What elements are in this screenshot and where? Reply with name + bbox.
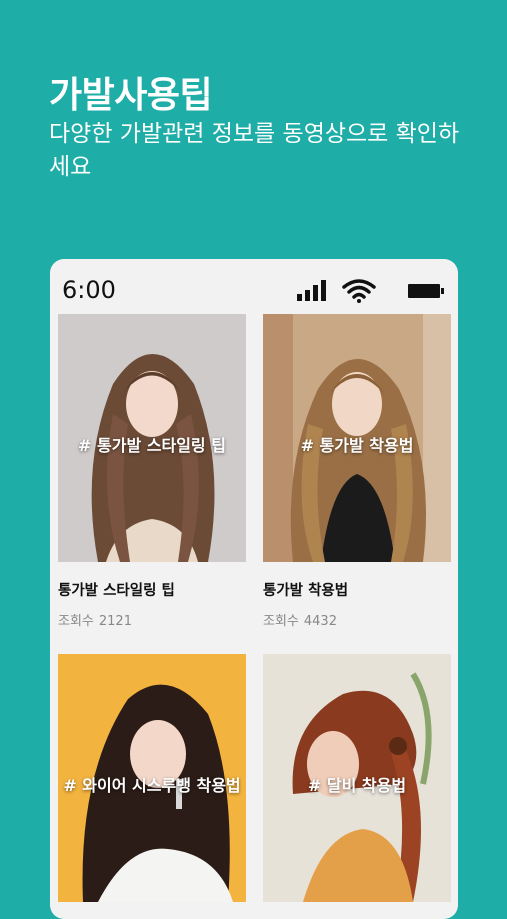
battery-icon: [408, 284, 444, 298]
video-thumbnail[interactable]: # 달비 착용법: [263, 654, 451, 902]
video-card[interactable]: # 통가발 스타일링 팁 통가발 스타일링 팁 조회수 2121: [58, 314, 246, 629]
video-thumbnail[interactable]: # 와이어 시스루뱅 착용법: [58, 654, 246, 902]
wifi-icon: [342, 279, 376, 303]
video-views: 조회수 2121: [58, 614, 132, 629]
video-thumbnail[interactable]: # 통가발 스타일링 팁: [58, 314, 246, 562]
page-subtitle: 다양한 가발관련 정보를 동영상으로 확인하세요: [49, 121, 460, 180]
video-card[interactable]: # 와이어 시스루뱅 착용법: [58, 654, 246, 902]
signal-icon: [297, 279, 329, 301]
video-tag: # 통가발 스타일링 팁: [78, 436, 226, 455]
status-bar: 6:00: [50, 259, 458, 311]
video-title: 통가발 스타일링 팁: [58, 583, 175, 599]
video-card[interactable]: # 달비 착용법: [263, 654, 451, 902]
video-views: 조회수 4432: [263, 614, 337, 629]
video-tag: # 와이어 시스루뱅 착용법: [63, 776, 241, 795]
status-time: 6:00: [62, 276, 116, 304]
phone-mockup: 6:00 # 통가발 스타일링 팁 통가발 스타일링 팁 조회수 2121 # …: [50, 259, 458, 919]
video-tag: # 달비 착용법: [307, 776, 407, 795]
page-title: 가발사용팁: [49, 75, 213, 116]
video-card[interactable]: # 통가발 착용법 통가발 착용법 조회수 4432: [263, 314, 451, 629]
video-thumbnail[interactable]: # 통가발 착용법: [263, 314, 451, 562]
video-title: 통가발 착용법: [263, 583, 349, 599]
video-tag: # 통가발 착용법: [300, 436, 414, 455]
